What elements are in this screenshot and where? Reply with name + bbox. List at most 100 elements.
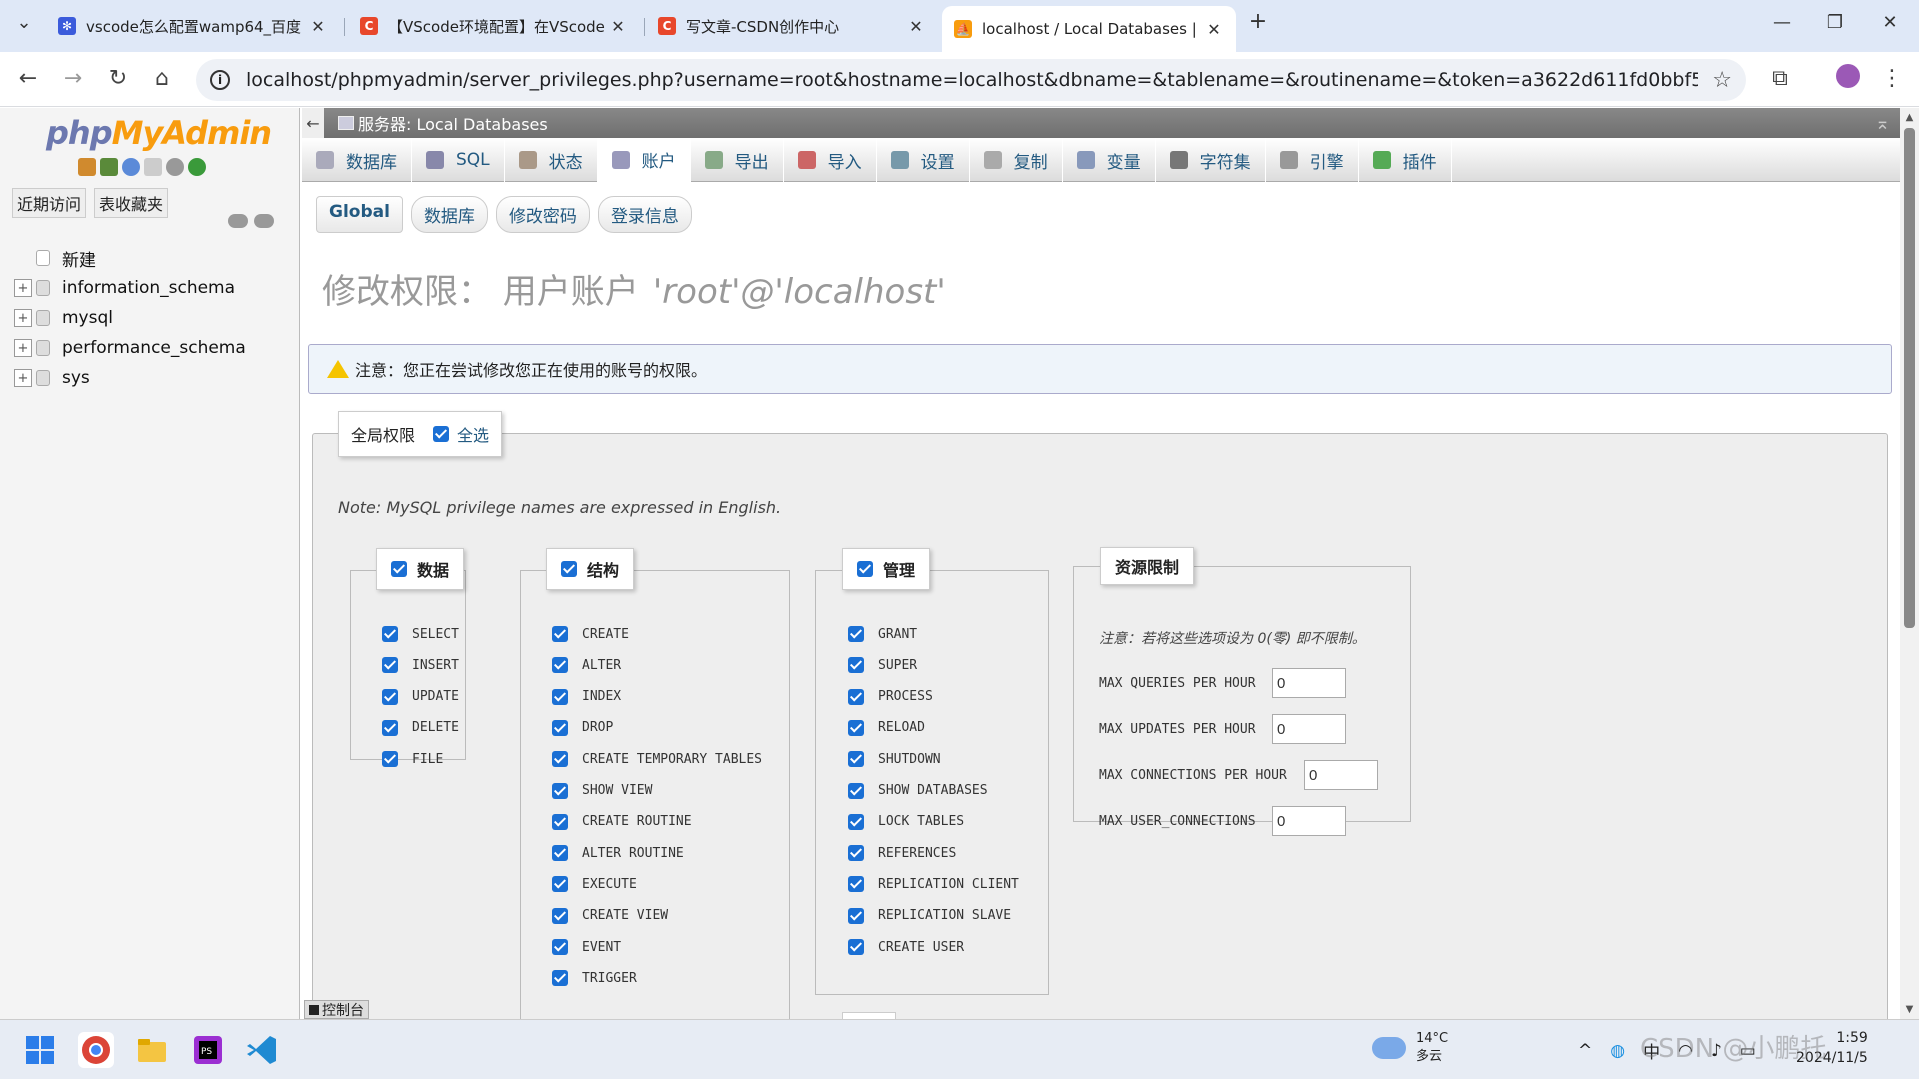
checkbox[interactable] (848, 688, 864, 705)
privilege-checkbox[interactable]: DROP (552, 719, 613, 736)
checkbox[interactable] (848, 719, 864, 736)
home-icon[interactable] (78, 158, 96, 176)
privilege-checkbox[interactable]: FILE (382, 751, 443, 768)
collapse-all-icon[interactable] (228, 214, 248, 228)
menu-status[interactable]: 状态 (505, 138, 598, 182)
phpmyadmin-logo[interactable]: phpMyAdmin (46, 114, 272, 152)
admin-group-legend[interactable]: 管理 (842, 548, 931, 590)
privilege-checkbox[interactable]: INSERT (382, 657, 459, 674)
privilege-checkbox[interactable]: RELOAD (848, 719, 925, 736)
refresh-icon[interactable] (188, 158, 206, 176)
max-connections-input[interactable] (1304, 760, 1378, 790)
select-all-checkbox[interactable]: 全选 (433, 422, 489, 446)
menu-engines[interactable]: 引擎 (1266, 138, 1359, 182)
checkbox[interactable] (382, 626, 398, 642)
checkbox[interactable] (552, 876, 568, 893)
checkbox[interactable] (382, 719, 398, 736)
privilege-checkbox[interactable]: REPLICATION CLIENT (848, 876, 1019, 893)
checkbox[interactable] (552, 657, 568, 674)
tree-item-database[interactable]: + sys (14, 363, 246, 393)
checkbox[interactable] (382, 657, 398, 674)
checkbox[interactable] (848, 939, 864, 955)
menu-charsets[interactable]: 字符集 (1156, 138, 1266, 182)
expand-icon[interactable]: + (14, 339, 32, 357)
privilege-checkbox[interactable]: CREATE (552, 626, 629, 642)
site-info-icon[interactable]: i (210, 70, 230, 90)
profile-avatar[interactable] (1834, 64, 1862, 94)
checkbox[interactable] (848, 813, 864, 830)
checkbox[interactable] (552, 939, 568, 955)
browser-tab-active[interactable]: ⛵ localhost / Local Databases | ✕ (942, 6, 1236, 52)
checkbox[interactable] (552, 907, 568, 924)
privilege-checkbox[interactable]: CREATE VIEW (552, 907, 668, 924)
vscode-icon[interactable] (244, 1032, 280, 1068)
checkbox[interactable] (552, 845, 568, 862)
scroll-thumb[interactable] (1904, 128, 1915, 628)
checkbox[interactable] (552, 970, 568, 987)
checkbox[interactable] (433, 426, 450, 442)
privilege-checkbox[interactable]: ALTER ROUTINE (552, 845, 684, 862)
console-toggle[interactable]: 控制台 (304, 1000, 369, 1019)
address-bar[interactable]: i localhost/phpmyadmin/server_privileges… (196, 59, 1746, 101)
privilege-checkbox[interactable]: CREATE TEMPORARY TABLES (552, 751, 762, 768)
checkbox[interactable] (848, 907, 864, 924)
menu-replication[interactable]: 复制 (970, 138, 1063, 182)
privilege-checkbox[interactable]: EXECUTE (552, 876, 637, 893)
link-icon[interactable] (254, 214, 274, 228)
app-tray-icon[interactable]: ◍ (1610, 1041, 1625, 1061)
privilege-checkbox[interactable]: EVENT (552, 939, 621, 955)
checkbox[interactable] (382, 751, 398, 768)
scroll-top-icon[interactable]: ⌅ (1875, 113, 1890, 134)
browser-tab-1[interactable]: ✻ vscode怎么配置wamp64_百度 ✕ (46, 8, 340, 44)
privilege-checkbox[interactable]: GRANT (848, 626, 917, 642)
checkbox[interactable] (857, 561, 873, 577)
docs-icon[interactable] (144, 158, 162, 176)
max-user-connections-input[interactable] (1272, 806, 1346, 836)
chevron-up-icon[interactable]: ^ (1578, 1041, 1592, 1061)
privilege-checkbox[interactable]: SHOW VIEW (552, 782, 652, 799)
structure-group-legend[interactable]: 结构 (546, 548, 635, 590)
minimize-icon[interactable]: — (1762, 12, 1802, 33)
privilege-checkbox[interactable]: REFERENCES (848, 845, 956, 862)
subtab-database[interactable]: 数据库 (410, 196, 488, 233)
browser-tab-2[interactable]: C 【VScode环境配置】在VScode ✕ (348, 8, 640, 44)
privilege-checkbox[interactable]: LOCK TABLES (848, 813, 964, 830)
close-tab-icon[interactable]: ✕ (608, 17, 628, 36)
close-window-icon[interactable]: ✕ (1870, 12, 1910, 33)
reload-icon[interactable]: ↻ (104, 66, 132, 91)
checkbox[interactable] (552, 688, 568, 705)
privilege-checkbox[interactable]: UPDATE (382, 688, 459, 705)
max-queries-input[interactable] (1272, 668, 1346, 698)
help-icon[interactable] (122, 158, 140, 176)
privilege-checkbox[interactable]: SUPER (848, 657, 917, 674)
expand-icon[interactable]: + (14, 309, 32, 327)
expand-icon[interactable]: + (14, 279, 32, 297)
logout-icon[interactable] (100, 158, 118, 176)
forward-arrow-icon[interactable]: → (59, 66, 87, 91)
checkbox[interactable] (391, 561, 407, 577)
tree-item-new[interactable]: 新建 (14, 243, 246, 273)
close-tab-icon[interactable]: ✕ (906, 17, 926, 36)
new-tab-button[interactable]: + (1238, 9, 1278, 34)
tree-item-database[interactable]: + information_schema (14, 273, 246, 303)
server-label[interactable]: 服务器: Local Databases (358, 111, 548, 135)
checkbox[interactable] (552, 626, 568, 642)
menu-sql[interactable]: SQL (412, 138, 505, 182)
url-text[interactable]: localhost/phpmyadmin/server_privileges.p… (246, 69, 1698, 91)
subtab-login-info[interactable]: 登录信息 (597, 196, 692, 233)
privilege-checkbox[interactable]: CREATE USER (848, 939, 964, 955)
gear-icon[interactable] (166, 158, 184, 176)
tree-item-database[interactable]: + performance_schema (14, 333, 246, 363)
page-scrollbar[interactable]: ▲ ▼ (1900, 108, 1919, 1019)
bookmark-star-icon[interactable]: ☆ (1712, 68, 1732, 93)
subtab-change-password[interactable]: 修改密码 (495, 196, 590, 233)
checkbox[interactable] (848, 782, 864, 799)
tab-search-button[interactable]: ⌄ (4, 12, 44, 33)
menu-accounts[interactable]: 账户 (597, 138, 691, 182)
checkbox[interactable] (848, 657, 864, 674)
checkbox[interactable] (848, 876, 864, 893)
collapse-nav-icon[interactable]: ← (302, 108, 324, 138)
checkbox[interactable] (552, 782, 568, 799)
menu-variables[interactable]: 变量 (1063, 138, 1156, 182)
privilege-checkbox[interactable]: ALTER (552, 657, 621, 674)
